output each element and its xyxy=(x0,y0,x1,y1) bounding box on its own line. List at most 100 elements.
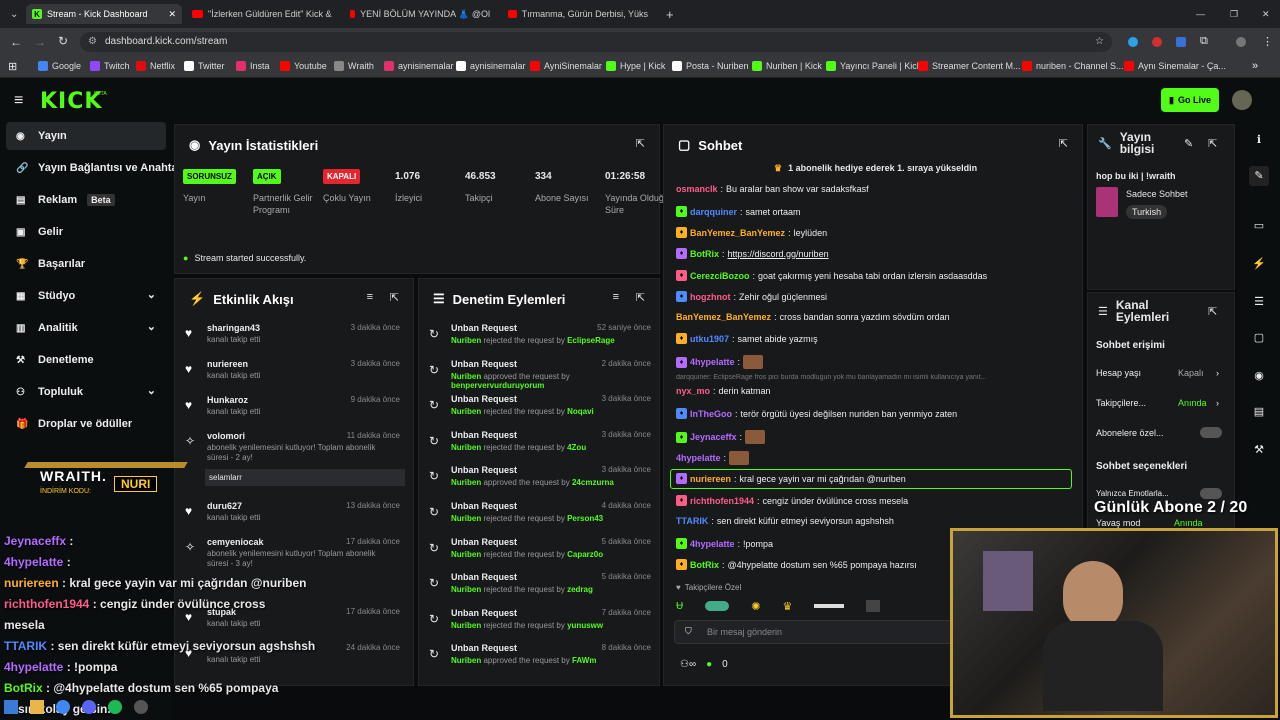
minimize-icon[interactable]: — xyxy=(1190,4,1210,24)
channel-setting-value[interactable]: Anında xyxy=(1178,398,1207,408)
sidebar-item-0[interactable]: ◉ Yayın xyxy=(6,122,166,150)
popout-icon[interactable]: ⇱ xyxy=(1059,137,1068,150)
emote-icon[interactable] xyxy=(814,604,845,608)
target-user[interactable]: 4Zou xyxy=(567,443,586,452)
activity-user[interactable]: volomori xyxy=(207,431,245,441)
bookmark-item[interactable]: Youtube xyxy=(280,61,327,71)
target-user[interactable]: Person43 xyxy=(567,514,603,523)
profile-avatar-icon[interactable] xyxy=(1236,37,1246,47)
moderator-name[interactable]: Nuriben xyxy=(451,443,481,452)
activity-user[interactable]: nuriereen xyxy=(207,359,248,369)
channel-setting-value[interactable]: Kapalı xyxy=(1178,368,1204,378)
hamburger-menu-icon[interactable]: ≡ xyxy=(14,92,23,110)
chat-username[interactable]: 4hypelatte xyxy=(676,453,721,463)
close-window-icon[interactable]: ✕ xyxy=(1256,4,1276,24)
bookmark-item[interactable]: Insta xyxy=(236,61,270,71)
bookmark-item[interactable]: nuriben - Channel S... xyxy=(1022,61,1124,71)
forward-icon[interactable]: → xyxy=(34,35,46,49)
folder-icon[interactable] xyxy=(30,700,44,714)
chat-username[interactable]: CerezciBozoo xyxy=(690,271,750,281)
sidebar-item-4[interactable]: 🏆 Başarılar xyxy=(6,250,166,278)
emote-icon[interactable] xyxy=(705,601,730,611)
popout-icon[interactable]: ⇱ xyxy=(1208,305,1217,318)
chat-username[interactable]: darqquiner xyxy=(690,207,737,217)
sidebar-item-3[interactable]: ▣ Gelir xyxy=(6,218,166,246)
extension-icon[interactable] xyxy=(1176,37,1186,47)
site-info-icon[interactable]: ⚙ xyxy=(88,32,97,52)
edit-icon[interactable]: ✎ xyxy=(1184,137,1193,150)
sidebar-item-1[interactable]: 🔗 Yayın Bağlantısı ve Anahtar xyxy=(6,154,182,182)
activity-user[interactable]: cemyeniocak xyxy=(207,537,264,547)
moderator-name[interactable]: Nuriben xyxy=(451,550,481,559)
chevron-right-icon[interactable]: › xyxy=(1216,398,1219,408)
bookmark-item[interactable]: aynisinemalar xyxy=(456,61,526,71)
windows-icon[interactable] xyxy=(4,700,18,714)
chat-username[interactable]: BanYemez_BanYemez xyxy=(690,228,785,238)
broadcast-icon[interactable]: ◉ xyxy=(1249,366,1269,386)
bookmark-item[interactable]: Google xyxy=(38,61,81,71)
bookmark-item[interactable]: Yayıncı Paneli | Kick xyxy=(826,61,921,71)
chat-username[interactable]: richthofen1944 xyxy=(690,496,754,506)
moderator-name[interactable]: Nuriben xyxy=(451,407,481,416)
filter-icon[interactable]: ≡ xyxy=(613,291,619,303)
new-tab-button[interactable]: + xyxy=(660,4,680,24)
bookmark-item[interactable]: Wraith xyxy=(334,61,374,71)
popout-icon[interactable]: ⇱ xyxy=(636,137,645,150)
sidebar-item-8[interactable]: ⚇ Topluluk ⌄ xyxy=(6,378,166,406)
spotify-icon[interactable] xyxy=(108,700,122,714)
discord-icon[interactable] xyxy=(82,700,96,714)
sidebar-item-6[interactable]: ▥ Analitik ⌄ xyxy=(6,314,166,342)
subscriber-only-toggle[interactable] xyxy=(1200,427,1222,438)
tab-list-icon[interactable]: ⌄ xyxy=(4,4,18,24)
chat-username[interactable]: osmanclk xyxy=(676,184,718,194)
bookmark-item[interactable]: Aynı Sinemalar - Ça... xyxy=(1124,61,1226,71)
bookmark-item[interactable]: Nuriben | Kick xyxy=(752,61,822,71)
hammer-icon[interactable]: ⚒ xyxy=(1249,440,1269,460)
bookmark-item[interactable]: Twitter xyxy=(184,61,225,71)
chat-username[interactable]: utku1907 xyxy=(690,334,729,344)
target-user[interactable]: EclipseRage xyxy=(567,336,615,345)
chevron-right-icon[interactable]: › xyxy=(1216,368,1219,378)
emote-only-toggle[interactable] xyxy=(1200,488,1222,499)
bookmark-item[interactable]: aynisinemalar xyxy=(384,61,454,71)
activity-user[interactable]: Hunkaroz xyxy=(207,395,248,405)
moderator-name[interactable]: Nuriben xyxy=(451,372,481,381)
tab-stream-dashboard[interactable]: K Stream - Kick Dashboard ✕ xyxy=(26,4,182,24)
filter-icon[interactable]: ≡ xyxy=(367,291,373,303)
moderator-name[interactable]: Nuriben xyxy=(451,621,481,630)
bookmark-item[interactable]: Hype | Kick xyxy=(606,61,665,71)
reload-icon[interactable]: ↻ xyxy=(58,34,68,48)
moderator-name[interactable]: Nuriben xyxy=(451,478,481,487)
bookmark-item[interactable]: Streamer Content M... xyxy=(918,61,1021,71)
chat-icon[interactable]: ▢ xyxy=(1249,328,1269,348)
chat-username[interactable]: BanYemez_BanYemez xyxy=(676,312,771,322)
popout-icon[interactable]: ⇱ xyxy=(636,291,645,304)
obs-icon[interactable] xyxy=(134,700,148,714)
popout-icon[interactable]: ⇱ xyxy=(1208,137,1217,150)
chat-username[interactable]: TTARIK xyxy=(676,516,708,526)
users-icon[interactable]: ⚇∞ xyxy=(680,659,696,670)
bookmark-item[interactable]: Twitch xyxy=(90,61,130,71)
sidebar-item-9[interactable]: 🎁 Droplar ve ödüller xyxy=(6,410,166,438)
sidebar-item-2[interactable]: ▤ Reklam Beta xyxy=(6,186,166,214)
apps-grid-icon[interactable]: ⊞ xyxy=(8,60,17,73)
target-user[interactable]: Noqavi xyxy=(567,407,594,416)
moderator-name[interactable]: Nuriben xyxy=(451,336,481,345)
info-icon[interactable]: ℹ xyxy=(1249,130,1269,150)
emote-icon[interactable]: Ʉ xyxy=(676,601,683,612)
emote-icon[interactable]: ♛ xyxy=(782,600,792,613)
emote-icon[interactable]: ✺ xyxy=(751,600,760,613)
target-user[interactable]: 24cmzurna xyxy=(572,478,614,487)
tab-youtube-1[interactable]: "İzlerken Güldüren Edit" Kick & xyxy=(186,4,338,24)
chat-username[interactable]: InTheGoo xyxy=(690,409,732,419)
chat-username[interactable]: nyx_mo xyxy=(676,386,710,396)
bookmark-star-icon[interactable]: ☆ xyxy=(1095,32,1104,52)
maximize-icon[interactable]: ❐ xyxy=(1224,4,1244,24)
chrome-icon[interactable] xyxy=(56,700,70,714)
moderator-name[interactable]: Nuriben xyxy=(451,514,481,523)
chat-username[interactable]: BotRix xyxy=(690,249,719,259)
popout-icon[interactable]: ⇱ xyxy=(390,291,399,304)
category-name[interactable]: Sadece Sohbet xyxy=(1126,189,1188,199)
target-user[interactable]: zedrag xyxy=(567,585,593,594)
bookmark-item[interactable]: Netflix xyxy=(136,61,175,71)
